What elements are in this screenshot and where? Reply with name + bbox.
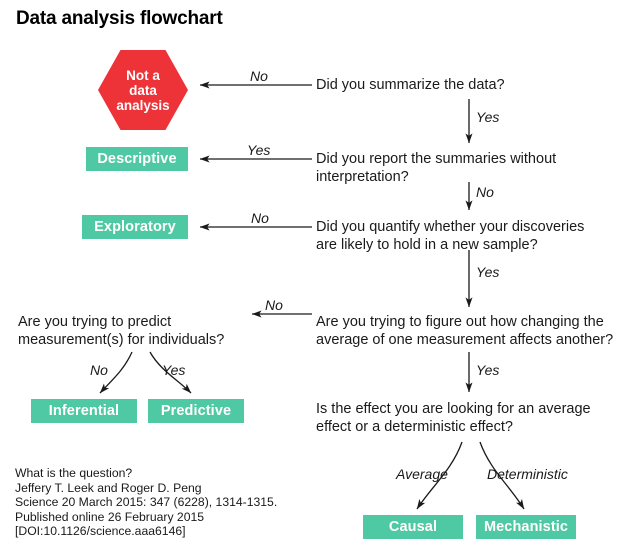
page-title: Data analysis flowchart: [16, 8, 223, 29]
citation: What is the question? Jeffery T. Leek an…: [15, 466, 278, 539]
hexagon-shape: Not a data analysis: [98, 50, 188, 130]
node-question-average-or-deterministic[interactable]: Is the effect you are looking for an ave…: [316, 400, 616, 436]
node-not-a-data-analysis[interactable]: Not a data analysis: [98, 50, 188, 130]
edge-label-q4-yes: Yes: [476, 362, 500, 378]
edge-label-q1-yes: Yes: [476, 109, 500, 125]
node-question-changing-average[interactable]: Are you trying to figure out how changin…: [316, 313, 616, 349]
node-predictive[interactable]: Predictive: [148, 399, 244, 423]
edge-label-q3-no: No: [251, 210, 269, 226]
node-question-predict-measurements[interactable]: Are you trying to predict measurement(s)…: [18, 313, 258, 349]
edge-label-q5-yes: Yes: [162, 362, 186, 378]
edge-label-q1-no: No: [250, 68, 268, 84]
flowchart-canvas: Data analysis flowchart Not a data analy…: [0, 0, 634, 556]
node-inferential[interactable]: Inferential: [31, 399, 137, 423]
node-question-quantify-discoveries[interactable]: Did you quantify whether your discoverie…: [316, 218, 616, 254]
node-descriptive[interactable]: Descriptive: [86, 147, 188, 171]
edge-label-q6-deterministic: Deterministic: [487, 466, 568, 482]
node-question-report-summaries[interactable]: Did you report the summaries without int…: [316, 150, 616, 186]
edge-label-q4-no: No: [265, 297, 283, 313]
node-mechanistic[interactable]: Mechanistic: [476, 515, 576, 539]
edge-label-q6-average: Average: [396, 466, 448, 482]
node-causal[interactable]: Causal: [363, 515, 463, 539]
edge-label-q5-no: No: [90, 362, 108, 378]
edge-label-q2-no: No: [476, 184, 494, 200]
edge-label-q2-yes: Yes: [247, 142, 271, 158]
edge-label-q3-yes: Yes: [476, 264, 500, 280]
node-exploratory[interactable]: Exploratory: [82, 215, 188, 239]
hexagon-label: Not a data analysis: [116, 67, 170, 113]
node-question-summarize[interactable]: Did you summarize the data?: [316, 76, 616, 94]
